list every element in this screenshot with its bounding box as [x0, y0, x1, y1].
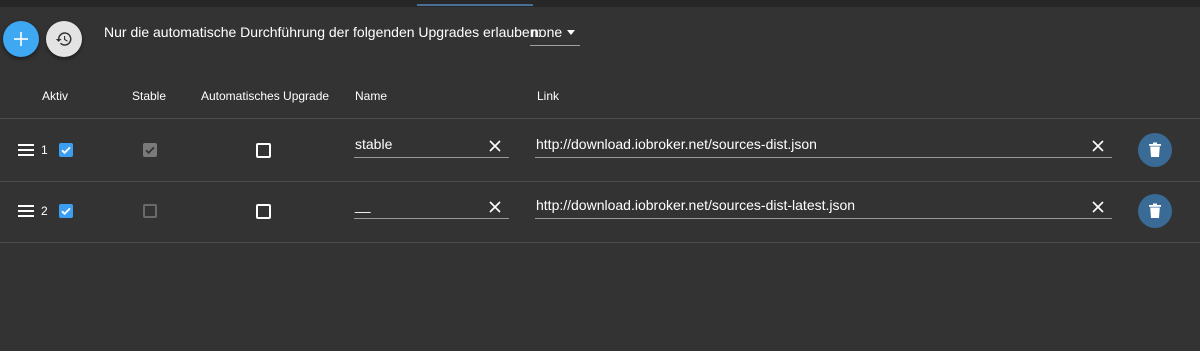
check-icon [145, 146, 155, 155]
table-row: 2 __ http://download.iobroker.net/source… [0, 180, 1200, 243]
clear-name-icon[interactable] [488, 200, 502, 214]
active-tab-indicator [417, 4, 533, 6]
row-number: 2 [41, 204, 48, 218]
auto-upgrade-checkbox[interactable] [256, 204, 271, 219]
upgrade-policy-select[interactable]: none [530, 21, 580, 46]
stable-checkbox[interactable] [143, 143, 157, 157]
clear-name-icon[interactable] [488, 139, 502, 153]
table-row: 1 stable http://download.iobroker.net/so… [0, 118, 1200, 182]
stable-checkbox[interactable] [143, 204, 157, 218]
add-repository-button[interactable] [3, 21, 39, 57]
upgrade-policy-value: none [531, 24, 563, 40]
active-checkbox[interactable] [59, 204, 73, 218]
header-auto-upgrade: Automatisches Upgrade [201, 89, 330, 103]
restore-defaults-button[interactable] [46, 21, 82, 57]
link-value: http://download.iobroker.net/sources-dis… [536, 197, 856, 213]
trash-icon [1149, 203, 1161, 218]
active-checkbox[interactable] [59, 143, 73, 157]
link-value: http://download.iobroker.net/sources-dis… [536, 136, 817, 152]
drag-handle-icon[interactable] [18, 205, 34, 217]
header-active: Aktiv [42, 89, 69, 103]
delete-row-button[interactable] [1138, 133, 1172, 167]
name-value: __ [355, 197, 371, 213]
upgrade-policy-label: Nur die automatische Durchführung der fo… [104, 24, 542, 40]
check-icon [61, 207, 71, 216]
clear-link-icon[interactable] [1091, 139, 1105, 153]
clear-link-icon[interactable] [1091, 200, 1105, 214]
name-input[interactable]: __ [354, 194, 509, 219]
link-input[interactable]: http://download.iobroker.net/sources-dis… [535, 194, 1112, 219]
header-link: Link [537, 89, 560, 103]
name-input[interactable]: stable [354, 133, 509, 158]
link-input[interactable]: http://download.iobroker.net/sources-dis… [535, 133, 1112, 158]
check-icon [61, 146, 71, 155]
drag-handle-icon[interactable] [18, 144, 34, 156]
delete-row-button[interactable] [1138, 194, 1172, 228]
header-stable: Stable [132, 89, 167, 103]
trash-icon [1149, 142, 1161, 157]
plus-icon [14, 32, 28, 46]
dropdown-arrow-icon [567, 30, 575, 35]
name-value: stable [355, 136, 393, 152]
restore-icon [55, 32, 72, 46]
row-number: 1 [41, 143, 48, 157]
auto-upgrade-checkbox[interactable] [256, 143, 271, 158]
header-name: Name [355, 89, 388, 103]
top-app-bar [0, 0, 1200, 7]
